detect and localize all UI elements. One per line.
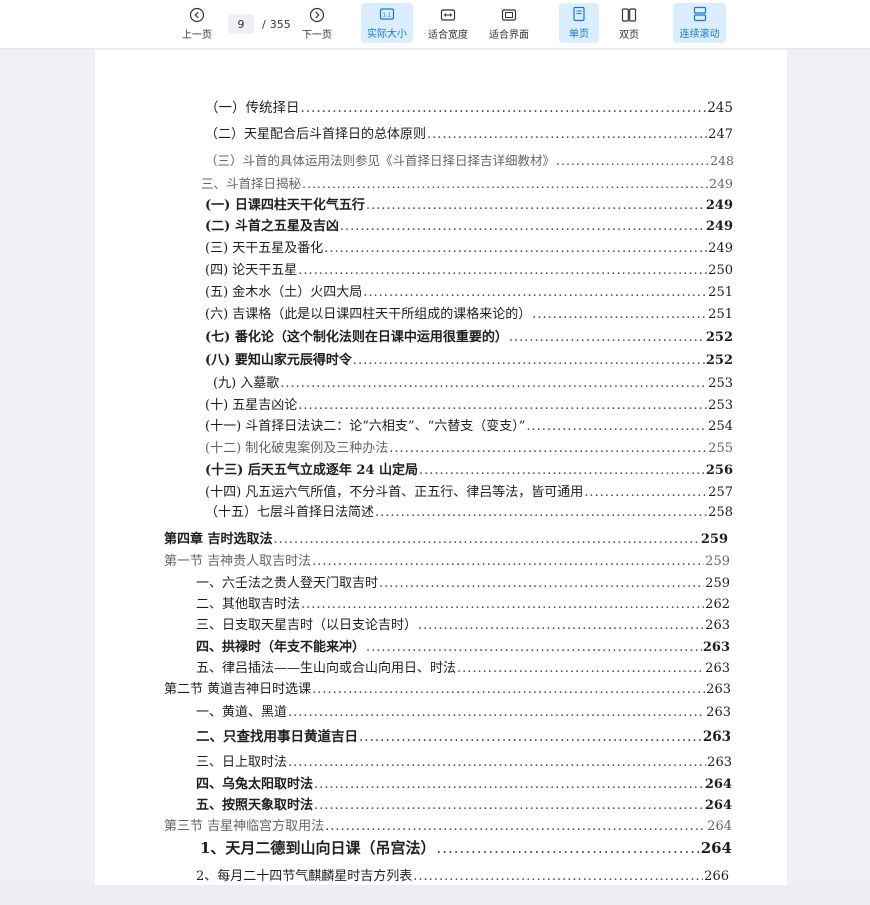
toc-entry[interactable]: 一、黄道、黑道263 (196, 701, 731, 720)
toc-chapter[interactable]: 第四章 吉时选取法259 (164, 528, 728, 547)
toc-entry[interactable]: （二）天星配合后斗首择日的总体原则247 (205, 123, 733, 142)
double-page-label: 双页 (619, 30, 639, 41)
page-indicator: 9 / 355 (228, 14, 291, 34)
toc-entry[interactable]: （一）传统择日245 (205, 96, 733, 116)
actual-size-button[interactable]: 1:1 实际大小 (361, 3, 413, 43)
fit-width-button[interactable]: 适合宽度 (423, 0, 473, 48)
double-page-button[interactable]: 双页 (609, 0, 649, 48)
single-page-icon (573, 6, 585, 22)
fit-page-icon (501, 9, 517, 21)
toc-entry[interactable]: (二) 斗首之五星及吉凶249 (205, 215, 733, 234)
prev-page-button[interactable]: 上一页 (178, 0, 216, 48)
toc-entry[interactable]: (十) 五星吉凶论253 (205, 394, 733, 413)
chevron-left-circle-icon (189, 7, 205, 23)
next-page-label: 下一页 (302, 30, 332, 41)
svg-text:1:1: 1:1 (383, 13, 392, 19)
toc-section[interactable]: 第二节 黄道吉神日时选课263 (164, 678, 731, 697)
toc-entry[interactable]: 2、每月二十四节气麒麟星时吉方列表266 (196, 865, 729, 884)
toc-entry[interactable]: （十五）七层斗首择日法简述258 (205, 501, 733, 520)
total-pages: 355 (269, 17, 291, 31)
toc-entry[interactable]: (十二) 制化破鬼案例及三种办法255 (205, 437, 733, 456)
next-page-button[interactable]: 下一页 (298, 0, 336, 48)
fit-width-label: 适合宽度 (428, 30, 468, 41)
fit-page-button[interactable]: 适合界面 (484, 0, 534, 48)
toc-entry[interactable]: 1、天月二德到山向日课（吊宫法）264 (200, 837, 732, 858)
continuous-scroll-label: 连续滚动 (679, 29, 720, 40)
toc-entry[interactable]: 二、其他取吉时法262 (196, 593, 730, 612)
toc-entry[interactable]: 四、乌兔太阳取时法264 (196, 773, 732, 792)
toc-entry[interactable]: (七) 番化论（这个制化法则在日课中运用很重要的）252 (205, 326, 733, 345)
toc-entry[interactable]: (十四) 凡五运六气所值，不分斗首、正五行、律吕等法，皆可通用257 (205, 481, 733, 500)
continuous-scroll-button[interactable]: 连续滚动 (673, 3, 726, 43)
bottom-scroll-area[interactable] (0, 885, 870, 905)
page-separator: / (262, 17, 266, 31)
toc-entry[interactable]: 四、拱禄时（年支不能来冲）263 (196, 636, 730, 655)
toc-entry[interactable]: 二、只查找用事日黄道吉日263 (196, 725, 731, 745)
toc-entry[interactable]: （三）斗首的具体运用法则参见《斗首择日择日择吉详细教材》248 (205, 150, 734, 169)
double-page-icon (621, 8, 637, 22)
page-number-input[interactable]: 9 (228, 14, 254, 34)
toc-entry[interactable]: (一) 日课四柱天干化气五行249 (205, 194, 733, 213)
continuous-scroll-icon (693, 6, 706, 22)
toc-entry[interactable]: 一、六壬法之贵人登天门取吉时259 (196, 572, 730, 591)
toc-entry[interactable]: 三、日上取时法263 (196, 751, 732, 770)
toc-entry[interactable]: 五、律吕插法——生山向或合山向用日、时法263 (196, 657, 730, 676)
toc-entry[interactable]: (四) 论天干五星250 (205, 259, 733, 278)
prev-page-label: 上一页 (182, 30, 212, 41)
toc-entry[interactable]: 三、日支取天星吉时（以日支论吉时）263 (196, 614, 730, 633)
toolbar: 上一页 9 / 355 下一页 1:1 实际大小 适合宽度 适合界面 单页 双页… (0, 0, 870, 49)
toc-section[interactable]: 第三节 吉星神临宫方取用法264 (164, 815, 732, 834)
toc-section[interactable]: 第一节 吉神贵人取吉时法259 (164, 550, 730, 569)
document-page: （一）传统择日245 （二）天星配合后斗首择日的总体原则247 （三）斗首的具体… (95, 50, 787, 885)
single-page-button[interactable]: 单页 (559, 3, 599, 43)
fit-width-icon (440, 9, 456, 21)
toc-entry[interactable]: (五) 金木水（土）火四大局251 (205, 281, 733, 300)
single-page-label: 单页 (569, 29, 589, 40)
toc-entry[interactable]: 五、按照天象取时法264 (196, 794, 732, 813)
toc-entry[interactable]: (十三) 后天五气立成逐年 24 山定局256 (205, 459, 733, 478)
toc-entry[interactable]: (三) 天干五星及番化249 (205, 237, 733, 256)
chevron-right-circle-icon (309, 7, 325, 23)
toc-entry[interactable]: 三、斗首择日揭秘249 (201, 173, 733, 192)
toc-entry[interactable]: (六) 吉课格（此是以日课四柱天干所组成的课格来论的）251 (205, 303, 733, 322)
actual-size-icon: 1:1 (379, 8, 395, 20)
toc-entry[interactable]: (十一) 斗首择日法诀二：论“六相支”、“六替支（变支）”254 (205, 415, 733, 434)
actual-size-label: 实际大小 (367, 29, 407, 40)
toc-entry[interactable]: (九) 入墓歌253 (213, 372, 733, 391)
fit-page-label: 适合界面 (489, 30, 529, 41)
toc-entry[interactable]: (八) 要知山家元辰得时令252 (205, 349, 733, 368)
